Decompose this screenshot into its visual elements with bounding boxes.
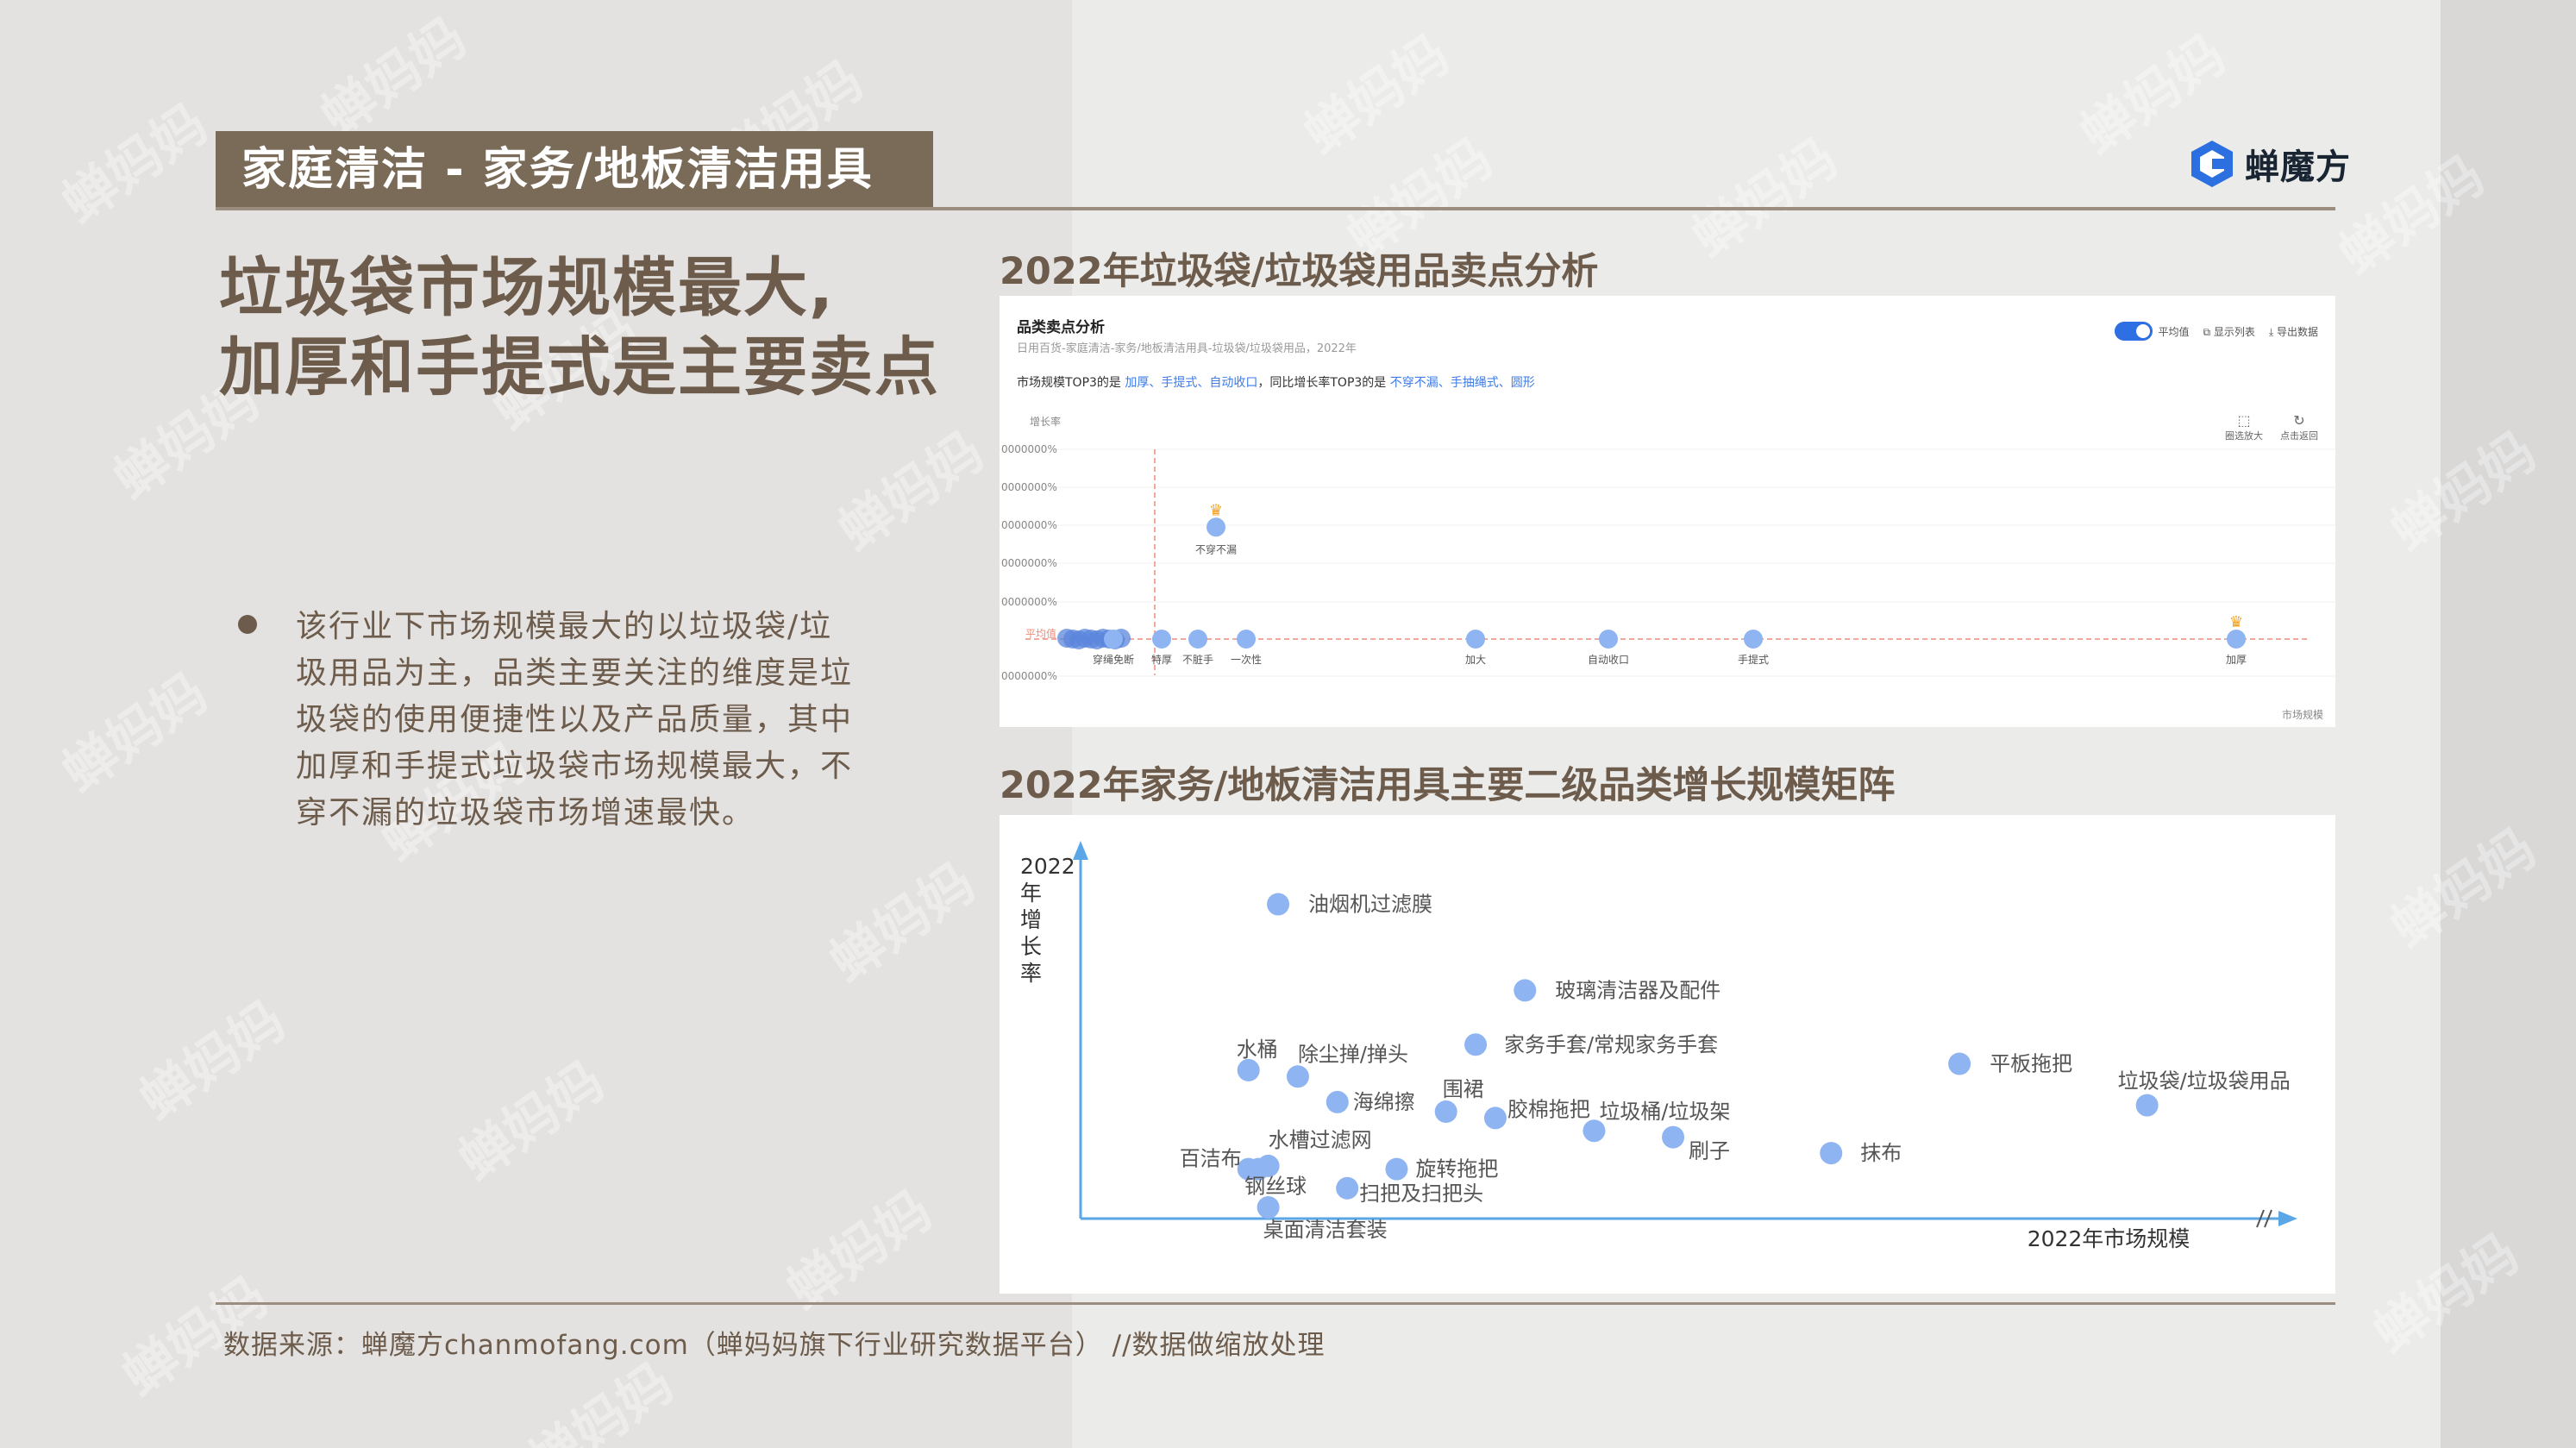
data-point[interactable] (1385, 1157, 1408, 1181)
crown-icon: ♛ (1209, 501, 1223, 519)
point-label: 一次性 (1231, 654, 1262, 666)
header-divider (216, 207, 2335, 210)
data-point[interactable] (1326, 1090, 1349, 1113)
data-point[interactable] (1464, 1033, 1488, 1056)
data-point[interactable] (1948, 1052, 1971, 1075)
point-label: 水桶 (1237, 1037, 1278, 1062)
point-label: 加大 (1465, 654, 1486, 666)
point-label: 穿绳免断 (1093, 653, 1134, 666)
headline-line-2: 加厚和手提式是主要卖点 (219, 330, 940, 404)
point-label: 海绵擦 (1353, 1090, 1415, 1114)
point-label: 特厚 (1151, 653, 1172, 666)
selling-point-chart-panel: 品类卖点分析 日用百货-家庭清洁-家务/地板清洁用具-垃圾袋/垃圾袋用品，202… (1000, 296, 2335, 727)
x-axis-arrow-icon (2278, 1211, 2297, 1226)
point-label: 钢丝球 (1244, 1175, 1307, 1199)
point-label: 加厚 (2226, 654, 2247, 666)
data-point[interactable] (2227, 630, 2246, 649)
growth-matrix-panel: 2022年市场规模 2022 年增长率 油烟机过滤膜玻璃清洁器及配件家务手套/常规家务… (1000, 815, 2335, 1294)
point-label: 扫把及扫把头 (1359, 1182, 1483, 1206)
data-point[interactable] (2135, 1094, 2159, 1117)
y-tick-label: 0000000% (1001, 519, 1057, 531)
data-point[interactable] (1104, 630, 1123, 649)
section-tag: 家庭清洁 - 家务/地板清洁用具 (216, 131, 933, 209)
point-label: 垃圾桶/垃圾架 (1599, 1100, 1730, 1124)
data-point[interactable] (1514, 979, 1537, 1002)
section-title-growth-matrix: 2022年家务/地板清洁用具主要二级品类增长规模矩阵 (1000, 764, 1896, 807)
data-point[interactable] (1257, 1196, 1280, 1219)
y-axis-label-char: 年 (1020, 881, 1042, 906)
y-axis-label-char: 长 (1020, 934, 1042, 959)
y-axis-label-char: 2022 (1020, 854, 1075, 879)
data-point[interactable] (1188, 630, 1207, 649)
data-point[interactable] (1336, 1176, 1359, 1200)
growth-matrix-scatter-chart: 2022年市场规模 2022年增长率 油烟机过滤膜玻璃清洁器及配件家务手套/常规家务… (1020, 841, 2297, 1251)
section-title-selling-points: 2022年垃圾袋/垃圾袋用品卖点分析 (1000, 250, 1599, 293)
x-axis-label: 2022年市场规模 (2028, 1226, 2191, 1251)
point-label: 油烟机过滤膜 (1308, 893, 1432, 917)
data-source-footer: 数据来源：蝉魔方chanmofang.com（蝉妈妈旗下行业研究数据平台） //… (223, 1330, 1326, 1361)
point-label: 不脏手 (1182, 653, 1213, 666)
brand-name: 蝉魔方 (2245, 147, 2351, 187)
y-tick-label: 0000000% (1001, 557, 1057, 569)
point-label: 旋转拖把 (1415, 1157, 1498, 1182)
data-point[interactable] (1744, 630, 1763, 649)
data-point[interactable] (1152, 630, 1171, 649)
data-point[interactable] (1237, 630, 1256, 649)
y-tick-label: 0000000% (1001, 670, 1057, 682)
point-label: 玻璃清洁器及配件 (1555, 978, 1720, 1002)
point-label: 百洁布 (1180, 1147, 1242, 1171)
point-label: 不穿不漏 (1195, 542, 1237, 555)
data-point[interactable] (1267, 893, 1290, 916)
data-point[interactable] (1237, 1058, 1260, 1081)
page-headline: 垃圾袋市场规模最大, 加厚和手提式是主要卖点 (219, 248, 995, 407)
data-point[interactable] (1599, 630, 1618, 649)
y-tick-label: 0000000% (1001, 596, 1057, 608)
point-label: 抹布 (1860, 1141, 1902, 1165)
bullet-text: 该行业下市场规模最大的以垃圾袋/垃圾用品为主，品类主要关注的维度是垃圾袋的使用便… (296, 609, 854, 831)
headline-line-1: 垃圾袋市场规模最大, (219, 251, 836, 325)
point-label: 刷子 (1689, 1139, 1730, 1163)
point-label: 胶棉拖把 (1507, 1097, 1590, 1121)
point-label: 围裙 (1443, 1077, 1484, 1101)
point-label: 除尘掸/掸头 (1298, 1042, 1408, 1066)
brand-logo-group: 蝉魔方 (2186, 134, 2351, 194)
footer-divider (216, 1302, 2335, 1305)
selling-point-scatter-chart: 0000000% 0000000% 0000000% 0000000% 0000000%… (1000, 415, 2335, 721)
point-label: 水槽过滤网 (1269, 1128, 1372, 1152)
y-axis-arrow-icon (1073, 841, 1088, 860)
crown-icon: ♛ (2229, 613, 2243, 631)
chanmofang-logo-icon (2191, 141, 2233, 187)
point-label: 手提式 (1738, 653, 1769, 666)
average-line-label: 平均值 (1025, 627, 1056, 640)
data-point[interactable] (1662, 1125, 1685, 1149)
point-label: 垃圾袋/垃圾袋用品 (2118, 1069, 2291, 1094)
bullet-dot (238, 615, 257, 634)
point-label: 家务手套/常规家务手套 (1504, 1032, 1718, 1056)
background-right (2441, 0, 2576, 1448)
data-point[interactable] (1820, 1142, 1843, 1165)
y-tick-label: 0000000% (1001, 443, 1057, 455)
data-point[interactable] (1483, 1106, 1507, 1130)
point-label: 平板拖把 (1990, 1052, 2072, 1076)
point-label: 桌面清洁套装 (1263, 1218, 1388, 1242)
data-point[interactable] (1466, 630, 1485, 649)
data-point[interactable] (1434, 1100, 1457, 1123)
y-axis-label-char: 率 (1020, 961, 1042, 986)
point-label: 自动收口 (1588, 654, 1629, 666)
y-axis-label-char: 增 (1020, 907, 1042, 932)
data-point[interactable] (1207, 517, 1225, 537)
y-axis-label: 2022年增长率 (1020, 854, 1075, 986)
y-tick-label: 0000000% (1001, 481, 1057, 493)
y-axis-label: 增长率 (1030, 415, 1061, 428)
x-axis-label: 市场规模 (2282, 708, 2323, 721)
data-point[interactable] (1286, 1065, 1309, 1088)
